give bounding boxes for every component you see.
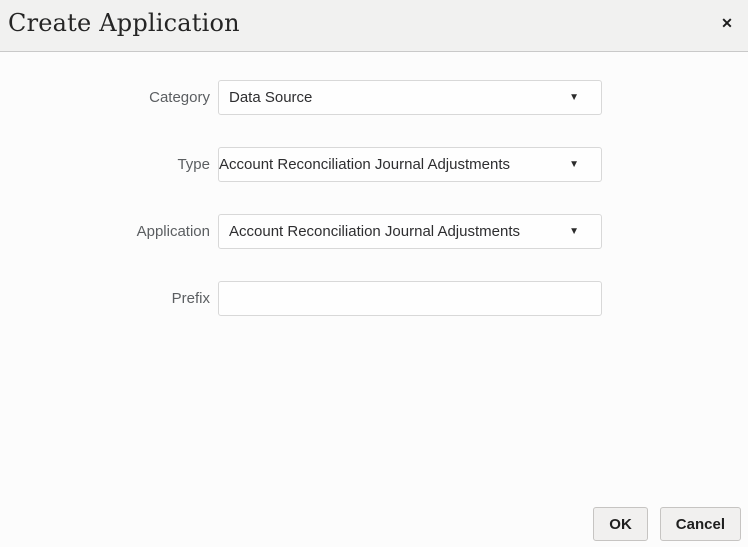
dialog-form: Category Data Source ▼ Type Account Reco… [0,52,748,316]
close-icon: ✕ [721,16,733,30]
prefix-label: Prefix [0,290,210,307]
type-value: Account Reconciliation Journal Adjustmen… [218,156,569,173]
dialog-footer: OK Cancel [593,507,741,541]
type-label: Type [0,156,210,173]
create-application-dialog: Create Application ✕ Category Data Sourc… [0,0,748,547]
category-label: Category [0,89,210,106]
application-value: Account Reconciliation Journal Adjustmen… [219,223,569,240]
chevron-down-icon: ▼ [569,160,579,170]
chevron-down-icon: ▼ [569,227,579,237]
form-row-category: Category Data Source ▼ [0,80,748,115]
form-row-type: Type Account Reconciliation Journal Adju… [0,147,748,182]
category-dropdown[interactable]: Data Source ▼ [218,80,602,115]
cancel-button[interactable]: Cancel [660,507,741,541]
dialog-header: Create Application ✕ [0,0,748,52]
category-value: Data Source [219,89,569,106]
prefix-input[interactable] [218,281,602,316]
form-row-application: Application Account Reconciliation Journ… [0,214,748,249]
dialog-title: Create Application [8,9,240,37]
ok-button[interactable]: OK [593,507,648,541]
chevron-down-icon: ▼ [569,93,579,103]
type-dropdown[interactable]: Account Reconciliation Journal Adjustmen… [218,147,602,182]
form-row-prefix: Prefix [0,281,748,316]
application-dropdown[interactable]: Account Reconciliation Journal Adjustmen… [218,214,602,249]
application-label: Application [0,223,210,240]
close-button[interactable]: ✕ [716,12,738,34]
